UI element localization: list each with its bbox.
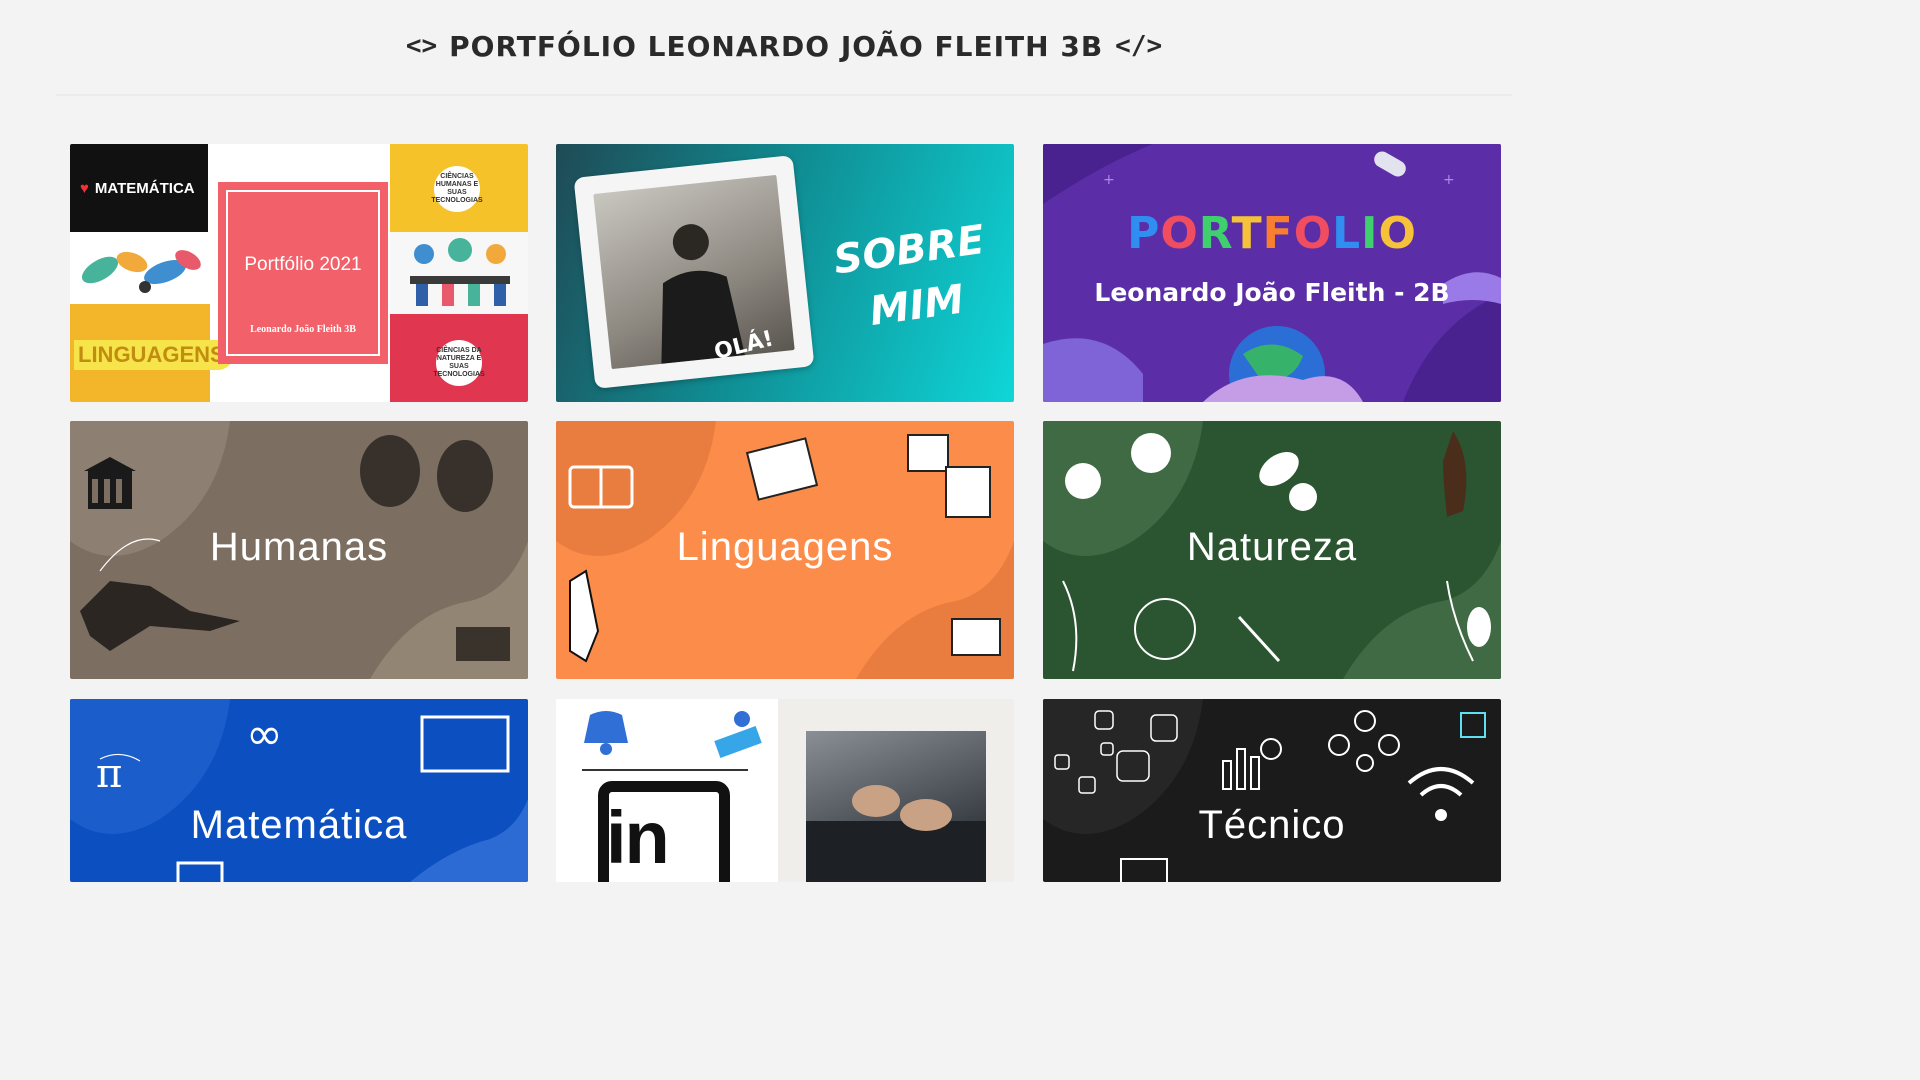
laptop-hands	[806, 785, 986, 882]
portfolio-cover-title: PORTFOLIO	[1127, 208, 1417, 259]
header-divider	[56, 94, 1512, 96]
space-background: + +	[1043, 144, 1501, 402]
board-icon	[420, 715, 510, 773]
linkedin-icons	[584, 711, 762, 758]
pi-icon: π	[96, 751, 122, 797]
chart-icon	[1222, 738, 1282, 790]
svg-text:+: +	[1443, 172, 1455, 188]
collage-humanas: CIÊNCIAS HUMANAS E SUAS TECNOLOGIAS	[390, 144, 528, 232]
page-title: Portfólio Leonardo João Fleith 3B	[449, 29, 1104, 63]
page-header: <> Portfólio Leonardo João Fleith 3B </>	[0, 0, 1568, 92]
portfolio-cover-subtitle: Leonardo João Fleith - 2B	[1094, 278, 1450, 307]
code-window-icon	[1120, 858, 1168, 882]
linkedin-logo-text: in	[606, 796, 670, 879]
collage-people	[390, 232, 528, 314]
bell-icon	[584, 711, 628, 743]
matematica-label: Matemática	[190, 803, 408, 847]
tecnico-background	[1043, 699, 1486, 882]
code-open-icon: <>	[405, 31, 438, 61]
collage-matematica-label: MATEMÁTICA	[94, 179, 195, 197]
linkedin-right-panel	[778, 699, 1014, 882]
profile-photo-frame: OLÁ!	[573, 155, 815, 389]
svg-text:+: +	[1103, 172, 1115, 188]
leaves-illustration	[70, 232, 210, 304]
humanas-label: Humanas	[209, 525, 389, 569]
collage-humanas-label: CIÊNCIAS HUMANAS E SUAS TECNOLOGIAS	[431, 166, 483, 212]
card-humanas[interactable]: Humanas	[70, 421, 528, 679]
portfolio-2021-box: Portfólio 2021 Leonardo João Fleith 3B	[218, 182, 388, 364]
card-linkedin[interactable]: in	[556, 699, 1014, 882]
card-tecnico[interactable]: Técnico	[1043, 699, 1501, 882]
collage-natureza-label: CIÊNCIAS DA NATUREZA E SUAS TECNOLOGIAS	[433, 340, 485, 386]
portfolio-2021-subtitle: Leonardo João Fleith 3B	[250, 324, 356, 335]
sobre-mim-title: SOBRE MIM	[821, 211, 1005, 346]
people-illustration	[410, 238, 510, 306]
collage-matematica: ♥ MATEMÁTICA	[70, 144, 208, 232]
collage-linguagens: LINGUAGENS	[70, 304, 233, 402]
flower-icon	[1065, 463, 1101, 499]
linkedin-divider	[582, 769, 748, 771]
card-portfolio-cover[interactable]: + + PORTFOLIO Leonardo João Fleith - 2B	[1043, 144, 1501, 402]
natureza-label: Natureza	[1186, 525, 1358, 569]
linkedin-left-panel: in	[556, 699, 778, 882]
collage-natureza: CIÊNCIAS DA NATUREZA E SUAS TECNOLOGIAS	[390, 314, 528, 402]
heart-icon: ♥	[80, 179, 89, 197]
portfolio-2021-title: Portfólio 2021	[244, 254, 362, 275]
card-portfolio-2021[interactable]: ♥ MATEMÁTICA LINGUAGENS CIÊNCIAS HUMANAS…	[70, 144, 528, 402]
card-matematica[interactable]: π ∞ Matemática	[70, 699, 528, 882]
linguagens-label: Linguagens	[676, 525, 894, 569]
card-sobre-mim[interactable]: OLÁ! SOBRE MIM	[556, 144, 1014, 402]
card-natureza[interactable]: Natureza	[1043, 421, 1501, 679]
matematica-background: π ∞	[70, 699, 528, 882]
laptop-photo	[806, 731, 986, 882]
infinity-icon: ∞	[246, 709, 283, 760]
collage-linguagens-label: LINGUAGENS	[74, 340, 233, 370]
code-close-icon: </>	[1115, 31, 1163, 61]
study-icon	[714, 726, 762, 758]
glow-square	[1460, 712, 1486, 738]
card-linguagens[interactable]: Linguagens	[556, 421, 1014, 679]
tecnico-label: Técnico	[1198, 803, 1346, 847]
network-icon	[1328, 710, 1400, 772]
